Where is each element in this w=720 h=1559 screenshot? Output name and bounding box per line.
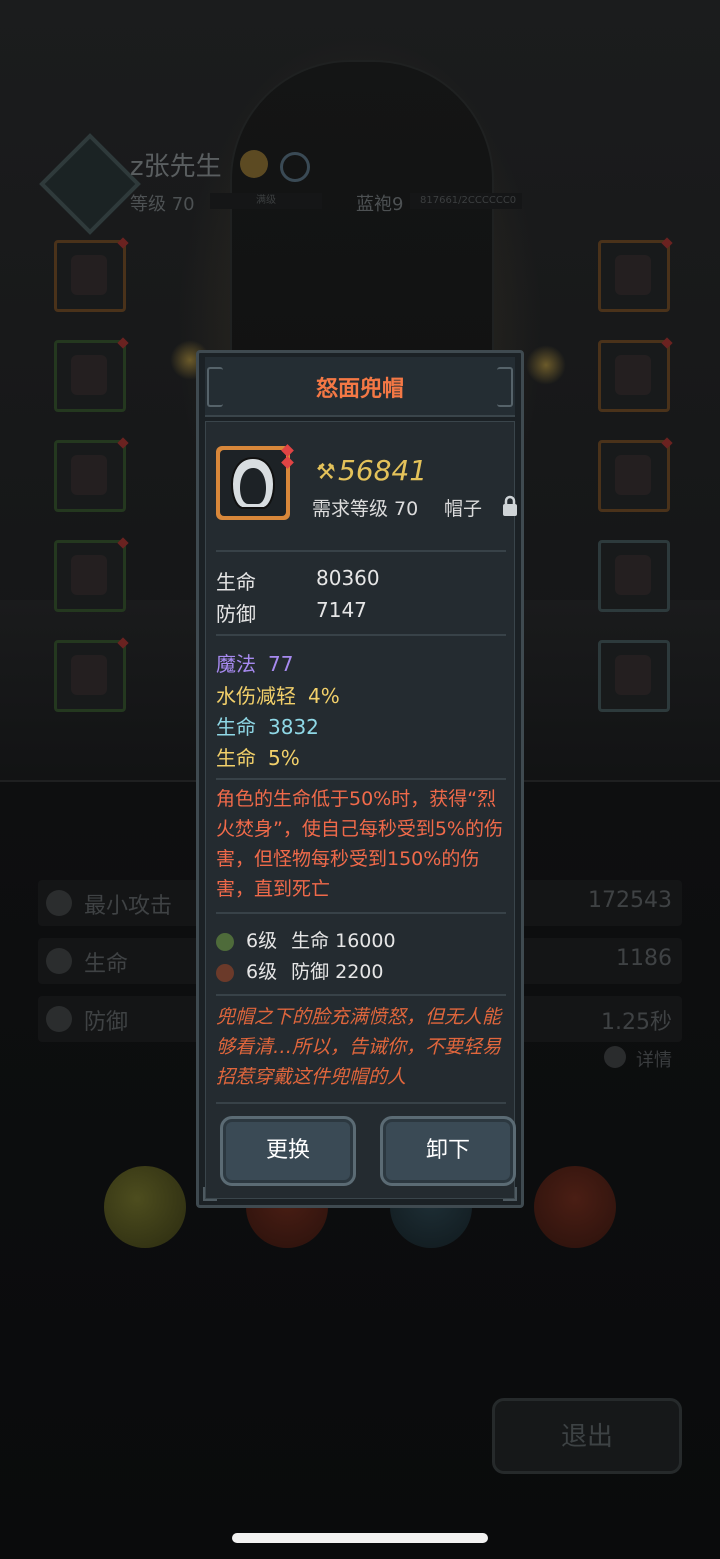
bonus-label: 水伤减轻 bbox=[216, 684, 296, 708]
skill-slot[interactable] bbox=[104, 1166, 186, 1248]
bonus-attr: 魔法 77 bbox=[216, 648, 293, 677]
info-icon[interactable] bbox=[604, 1046, 626, 1068]
level-bar: 满级 bbox=[210, 193, 322, 209]
bonus-label: 生命 bbox=[216, 746, 256, 770]
boots-icon bbox=[71, 455, 107, 495]
item-power: 56841 bbox=[338, 454, 428, 487]
set-bonus-row: 6级 防御 2200 bbox=[216, 957, 384, 984]
stat-label: 最小攻击 bbox=[84, 894, 173, 919]
exp-bar: 817661/2CCCCCC0 bbox=[410, 193, 522, 209]
attr-value: 80360 bbox=[316, 566, 380, 590]
bonus-value: 4% bbox=[308, 684, 340, 708]
set-level: 6级 bbox=[246, 961, 278, 983]
equip-slot-trinket[interactable] bbox=[598, 540, 670, 612]
bonus-value: 3832 bbox=[268, 715, 319, 739]
stat-label: 防御 bbox=[84, 1010, 129, 1035]
bonus-value: 77 bbox=[268, 652, 294, 676]
required-level: 需求等级 70 bbox=[312, 498, 419, 520]
bonus-attr: 生命 5% bbox=[216, 742, 300, 771]
stat-value: 1.25秒 bbox=[601, 1010, 672, 1035]
panel-corner-ornament bbox=[503, 1187, 517, 1201]
hood-icon bbox=[220, 450, 286, 516]
attr-value: 7147 bbox=[316, 598, 367, 622]
panel-header: 怒面兜帽 bbox=[205, 357, 515, 417]
panel-corner-ornament bbox=[203, 1187, 217, 1201]
flavor-text: 兜帽之下的脸充满愤怒，但无人能够看清…所以，告诫你，不要轻易招惹穿戴这件兜帽的人 bbox=[216, 1006, 502, 1088]
character-icon bbox=[216, 963, 234, 982]
set-bonus-text: 防御 2200 bbox=[291, 961, 384, 983]
divider bbox=[216, 994, 506, 996]
item-icon-frame bbox=[216, 444, 294, 520]
pants-icon bbox=[71, 655, 107, 695]
bonus-label: 生命 bbox=[216, 715, 256, 739]
attr-label: 生命 bbox=[216, 570, 256, 594]
heart-icon bbox=[46, 948, 72, 974]
divider bbox=[216, 634, 506, 636]
equip-slot-amulet[interactable] bbox=[598, 640, 670, 712]
bonus-attr: 水伤减轻 4% bbox=[216, 680, 340, 709]
hero-rank: 蓝袍9 bbox=[356, 194, 404, 215]
item-detail-panel: 怒面兜帽 ⚒ 56841 需求等级 70 帽子 生命 80360 防御 7147 bbox=[196, 350, 524, 1208]
rank-badge-icon bbox=[240, 150, 268, 178]
stat-value: 1186 bbox=[616, 946, 672, 971]
stat-label: 生命 bbox=[84, 952, 129, 977]
set-level: 6级 bbox=[246, 930, 278, 952]
moon-icon bbox=[280, 152, 310, 182]
equip-slot-armor[interactable] bbox=[54, 337, 129, 412]
sword-icon bbox=[46, 890, 72, 916]
staff-icon bbox=[615, 255, 651, 295]
skill-slot[interactable] bbox=[534, 1166, 616, 1248]
attr-label: 防御 bbox=[216, 602, 256, 626]
panel-body: ⚒ 56841 需求等级 70 帽子 生命 80360 防御 7147 魔法 77… bbox=[205, 421, 517, 1199]
slot-type: 帽子 bbox=[444, 498, 483, 520]
unequip-button[interactable]: 卸下 bbox=[380, 1116, 516, 1186]
hero-level: 等级 70 bbox=[130, 194, 195, 215]
ring-icon bbox=[615, 355, 651, 395]
divider bbox=[216, 778, 506, 780]
divider bbox=[216, 912, 506, 914]
change-button[interactable]: 更换 bbox=[220, 1116, 356, 1186]
equip-slot-ring[interactable] bbox=[598, 337, 673, 412]
exit-button[interactable]: 退出 bbox=[492, 1398, 682, 1474]
item-name: 怒面兜帽 bbox=[315, 377, 404, 402]
equip-slot-weapon[interactable] bbox=[54, 537, 129, 612]
equip-slot-necklace[interactable] bbox=[598, 437, 673, 512]
hood-icon bbox=[71, 255, 107, 295]
lock-icon[interactable] bbox=[500, 494, 520, 518]
divider bbox=[216, 550, 506, 552]
amulet-icon bbox=[615, 655, 651, 695]
home-indicator[interactable] bbox=[232, 1533, 488, 1543]
bonus-value: 5% bbox=[268, 746, 300, 770]
skill-description: 角色的生命低于50%时，获得“烈火焚身”，使自己每秒受到5%的伤害，但怪物每秒受… bbox=[216, 788, 503, 900]
equip-slot-boots[interactable] bbox=[54, 437, 129, 512]
lamp-glow bbox=[526, 345, 566, 385]
set-bonus-text: 生命 16000 bbox=[291, 930, 396, 952]
bonus-label: 魔法 bbox=[216, 652, 256, 676]
bonus-attr: 生命 3832 bbox=[216, 711, 319, 740]
equip-slot-staff[interactable] bbox=[598, 237, 673, 312]
trinket-icon bbox=[615, 555, 651, 595]
helmet-icon bbox=[216, 932, 234, 951]
divider bbox=[216, 1102, 506, 1104]
necklace-icon bbox=[615, 455, 651, 495]
equip-slot-head[interactable] bbox=[54, 237, 129, 312]
hero-name: z张先生 bbox=[130, 152, 222, 182]
armor-icon bbox=[71, 355, 107, 395]
detail-link[interactable]: 详情 bbox=[636, 1046, 672, 1072]
shield-icon bbox=[46, 1006, 72, 1032]
equip-slot-pants[interactable] bbox=[54, 637, 129, 712]
weapon-icon bbox=[71, 555, 107, 595]
power-icon: ⚒ bbox=[316, 460, 336, 485]
set-bonus-row: 6级 生命 16000 bbox=[216, 926, 396, 953]
stat-value: 172543 bbox=[588, 888, 672, 913]
